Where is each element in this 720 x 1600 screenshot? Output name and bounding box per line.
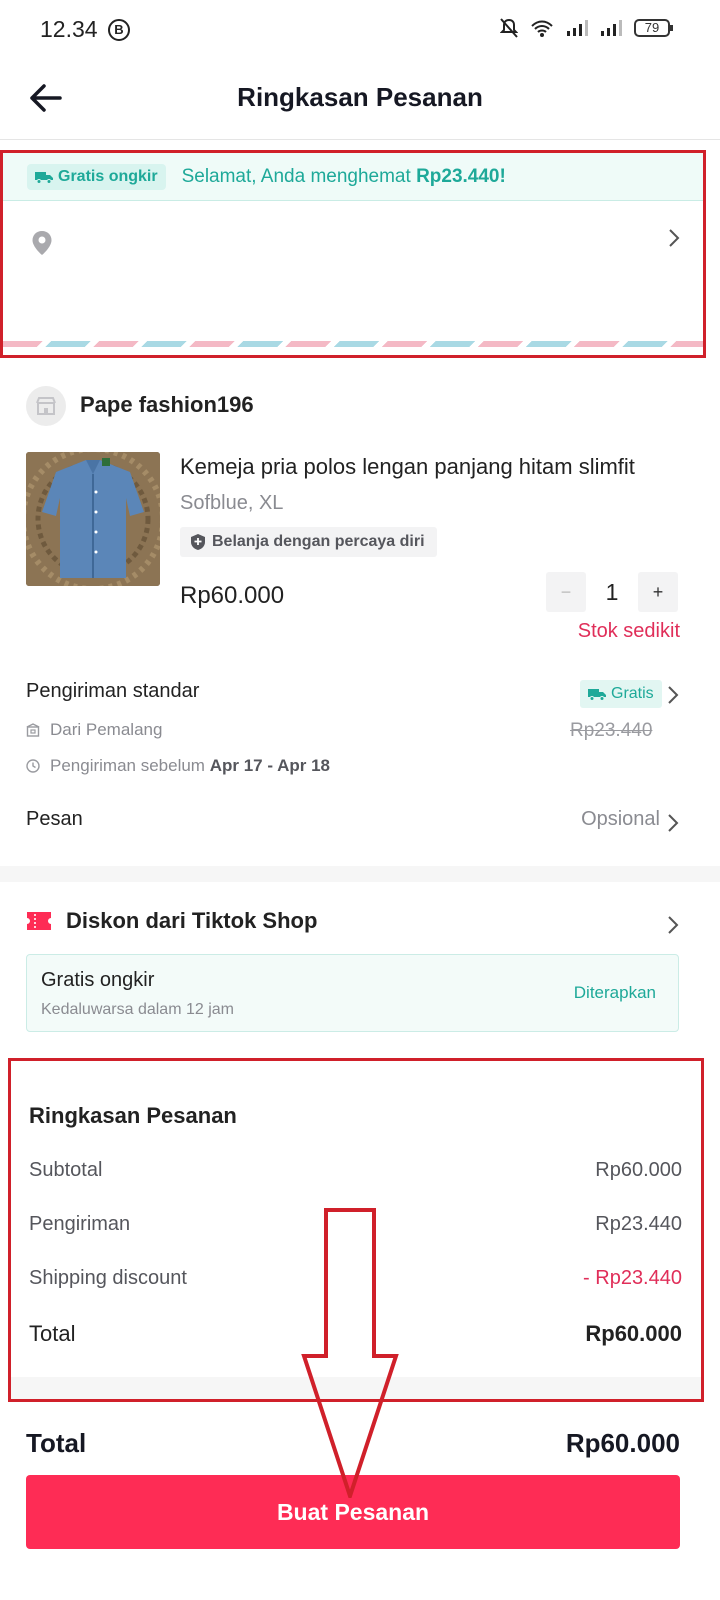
- truck-icon: [588, 689, 606, 701]
- ship-from: Dari Pemalang: [26, 720, 162, 740]
- summary-total-row: Total Rp60.000: [29, 1321, 682, 1347]
- voucher-applied-status: Diterapkan: [573, 983, 656, 1002]
- section-divider: [0, 866, 720, 882]
- low-stock-label: Stok sedikit: [577, 620, 680, 642]
- footer-total-label: Total: [26, 1428, 87, 1458]
- shipping-discount-value: - Rp23.440: [583, 1267, 682, 1289]
- shop-avatar: [26, 386, 66, 426]
- shipping-original-price: Rp23.440: [570, 720, 653, 741]
- delivery-estimate: Pengiriman sebelum Apr 17 - Apr 18: [26, 756, 330, 776]
- message-label[interactable]: Pesan: [26, 808, 83, 831]
- status-icons: 79: [500, 18, 673, 38]
- trust-badge-label: Belanja dengan percaya diri: [212, 533, 425, 550]
- product-image: [26, 452, 160, 586]
- shipping-row: Pengiriman Rp23.440: [29, 1213, 682, 1236]
- voucher-title: Gratis ongkir: [41, 969, 155, 991]
- shipping-label: Pengiriman: [29, 1213, 131, 1235]
- status-bar: 12.34 B 79: [0, 0, 720, 60]
- subtotal-row: Subtotal Rp60.000: [29, 1159, 682, 1182]
- free-shipping-banner: Gratis ongkir Selamat, Anda menghemat Rp…: [3, 153, 703, 201]
- product-price: Rp60.000: [180, 582, 285, 609]
- savings-amount: Rp23.440!: [416, 165, 506, 187]
- shop-name: Pape fashion196: [80, 392, 254, 417]
- decrease-quantity-button[interactable]: −: [546, 572, 586, 612]
- signal-icon-2: [601, 20, 622, 36]
- shipping-free-label: Gratis: [611, 685, 654, 702]
- envelope-stripe: [3, 341, 703, 347]
- page-title: Ringkasan Pesanan: [237, 82, 483, 112]
- header: Ringkasan Pesanan: [0, 60, 720, 140]
- ship-from-text: Dari Pemalang: [50, 720, 163, 739]
- order-summary: Ringkasan Pesanan Subtotal Rp60.000 Peng…: [8, 1058, 704, 1402]
- battery-icon: 79: [634, 19, 673, 37]
- mute-bell-icon: [500, 18, 518, 38]
- wifi-icon: [531, 20, 553, 37]
- message-optional-value[interactable]: Opsional: [581, 808, 660, 831]
- chevron-right-icon[interactable]: [666, 812, 680, 834]
- subtotal-label: Subtotal: [29, 1159, 103, 1181]
- voucher-card[interactable]: Gratis ongkir Kedaluwarsa dalam 12 jam D…: [26, 954, 679, 1032]
- summary-total-value: Rp60.000: [585, 1321, 682, 1346]
- address-selector[interactable]: Gratis ongkir Selamat, Anda menghemat Rp…: [0, 150, 706, 358]
- quantity-stepper: − 1 +: [546, 572, 678, 612]
- truck-icon: [35, 171, 53, 184]
- product-variant: Sofblue, XL: [180, 492, 284, 514]
- shield-icon: [191, 534, 205, 550]
- footer-total-value: Rp60.000: [565, 1428, 680, 1458]
- voucher-expiry: Kedaluwarsa dalam 12 jam: [41, 1001, 234, 1018]
- shipping-value: Rp23.440: [595, 1213, 682, 1235]
- signal-icon-1: [567, 20, 588, 36]
- voucher-icon: [27, 912, 51, 930]
- shipping-method-label[interactable]: Pengiriman standar: [26, 680, 199, 703]
- summary-bottom-band: [11, 1377, 701, 1399]
- warehouse-icon: [26, 723, 40, 737]
- chevron-right-icon[interactable]: [666, 914, 680, 936]
- savings-message: Selamat, Anda menghemat Rp23.440!: [182, 166, 506, 188]
- shipping-free-chip: Gratis: [580, 680, 662, 708]
- clock-icon: [26, 759, 40, 773]
- chevron-right-icon[interactable]: [666, 684, 680, 706]
- savings-text: Selamat, Anda menghemat: [181, 165, 417, 187]
- product-title: Kemeja pria polos lengan panjang hitam s…: [180, 454, 635, 479]
- subtotal-value: Rp60.000: [595, 1159, 682, 1181]
- place-order-button[interactable]: Buat Pesanan: [26, 1475, 680, 1549]
- free-shipping-chip-label: Gratis ongkir: [58, 167, 158, 185]
- delivery-estimate-prefix: Pengiriman sebelum: [50, 756, 210, 775]
- chevron-right-icon: [669, 229, 680, 247]
- status-time: 12.34: [40, 16, 98, 42]
- increase-quantity-button[interactable]: +: [638, 572, 678, 612]
- free-shipping-chip: Gratis ongkir: [27, 163, 166, 190]
- summary-title: Ringkasan Pesanan: [29, 1103, 237, 1128]
- shipping-discount-row: Shipping discount - Rp23.440: [29, 1267, 682, 1290]
- notification-b-icon: B: [108, 19, 130, 41]
- delivery-dates: Apr 17 - Apr 18: [209, 756, 330, 775]
- location-pin-icon: [32, 231, 52, 255]
- summary-total-label: Total: [29, 1321, 76, 1346]
- trust-badge: Belanja dengan percaya diri: [180, 527, 437, 557]
- shipping-discount-label: Shipping discount: [29, 1267, 187, 1289]
- store-icon: [36, 397, 56, 415]
- discount-section-title[interactable]: Diskon dari Tiktok Shop: [66, 908, 317, 934]
- quantity-value[interactable]: 1: [586, 579, 638, 606]
